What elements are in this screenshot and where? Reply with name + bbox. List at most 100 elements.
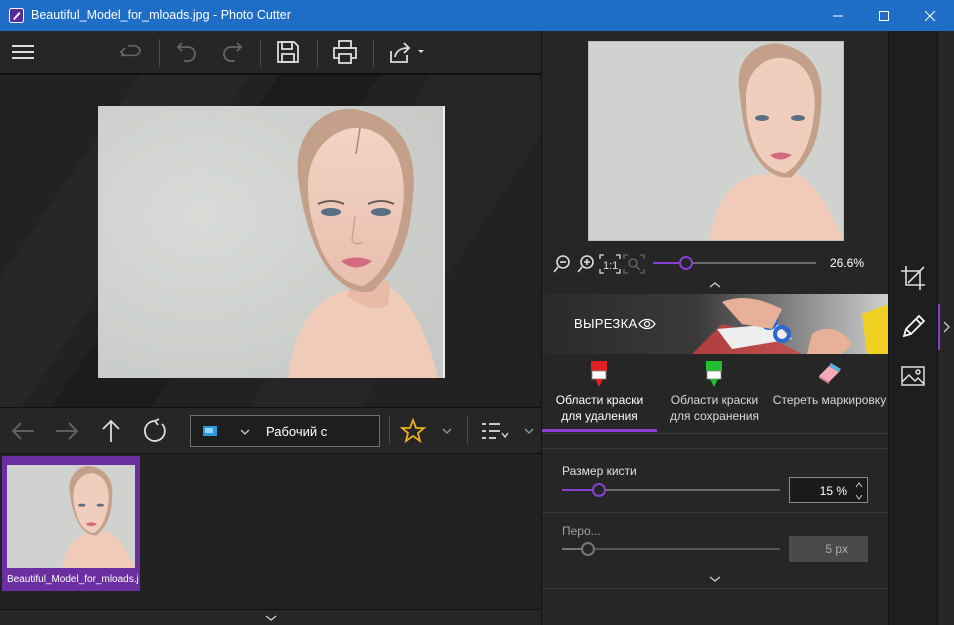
maximize-button[interactable] [861, 0, 907, 31]
title-bar: Beautiful_Model_for_mloads.jpg - Photo C… [0, 0, 954, 31]
redo-button[interactable] [217, 37, 247, 67]
divider [542, 512, 889, 513]
actual-size-icon: 1:1 [599, 254, 621, 274]
main-photo[interactable] [98, 106, 445, 378]
minimize-icon [833, 15, 843, 16]
image-canvas[interactable] [0, 74, 541, 407]
forward-button[interactable] [52, 416, 82, 446]
save-button[interactable] [273, 37, 303, 67]
chevron-down-icon [265, 614, 276, 621]
zoom-in-icon [577, 255, 594, 273]
sort-button[interactable] [478, 416, 512, 446]
increment-button[interactable] [853, 479, 865, 490]
eraser-icon [819, 363, 841, 384]
zoom-in-button[interactable] [576, 253, 598, 275]
marking-tools: Области краски для удаления Области краск… [542, 354, 889, 434]
zoom-out-button[interactable] [552, 253, 574, 275]
view-dropdown[interactable] [520, 416, 538, 446]
background-mode-button[interactable] [899, 362, 927, 390]
favorites-button[interactable] [398, 416, 428, 446]
actual-size-button[interactable]: 1:1 [599, 253, 621, 275]
folder-icon [203, 426, 217, 436]
brush-size-label: Размер кисти [562, 464, 637, 478]
mode-sidebar [888, 31, 954, 625]
brush-size-slider[interactable] [562, 483, 780, 497]
tool-keep-areas[interactable]: Области краски для сохранения [657, 354, 772, 434]
tool-label: Области краски для удаления [555, 393, 644, 423]
thumbnail-caption: Beautiful_Model_for_mloads.jpg [7, 574, 139, 585]
print-button[interactable] [330, 37, 360, 67]
redo-icon [223, 42, 243, 62]
redo-back-icon [176, 42, 196, 62]
tool-label: Области краски для сохранения [670, 393, 759, 423]
star-icon [400, 418, 426, 444]
thumbnail-item[interactable]: Beautiful_Model_for_mloads.jpg [2, 456, 140, 591]
print-icon [333, 40, 357, 64]
forward-arrow-icon [56, 422, 79, 440]
close-icon [924, 10, 936, 21]
refresh-icon [143, 418, 166, 442]
thumbnail-portrait [7, 465, 135, 568]
menu-button[interactable] [8, 37, 38, 67]
close-button[interactable] [907, 0, 953, 31]
thumbnail-strip: Beautiful_Model_for_mloads.jpg [0, 454, 541, 609]
navigator-preview[interactable] [588, 41, 844, 241]
eye-icon[interactable] [638, 318, 656, 330]
preview-portrait [589, 42, 843, 240]
zoom-controls: 1:1 26.6% [542, 251, 889, 275]
chevron-down-icon [524, 428, 534, 434]
brush-size-value: 15 % [819, 484, 847, 498]
thumbnail-image [7, 465, 135, 568]
chevron-right-icon [943, 321, 950, 333]
sidebar-toggle[interactable] [937, 31, 954, 625]
brush-settings: Размер кисти 15 % Перо... 5 px [542, 434, 889, 589]
tool-remove-areas[interactable]: Области краски для удаления [542, 354, 657, 434]
sort-icon [482, 423, 509, 439]
brush-size-input[interactable]: 15 % [789, 477, 868, 503]
feather-input: 5 px [789, 536, 868, 562]
fit-window-icon [623, 254, 645, 274]
up-button[interactable] [96, 416, 126, 446]
divider [542, 448, 889, 449]
tool-label: Стереть маркировку [772, 393, 887, 407]
cutout-mode-button[interactable] [899, 313, 927, 341]
feather-handle [581, 542, 595, 556]
expand-settings-icon[interactable] [708, 575, 722, 583]
green-marker-icon [706, 361, 722, 387]
portrait-image [98, 106, 445, 378]
app-logo-icon [9, 8, 24, 23]
tool-erase-marking[interactable]: Стереть маркировку [772, 354, 887, 434]
share-icon [390, 42, 424, 63]
folder-dropdown[interactable]: Рабочий с [190, 415, 380, 447]
crop-mode-button[interactable] [899, 264, 927, 292]
undo-icon [119, 45, 141, 57]
back-button[interactable] [8, 416, 38, 446]
minimize-button[interactable] [815, 0, 861, 31]
cutout-banner[interactable]: ВЫРЕЗКА [542, 294, 889, 354]
svg-text:1:1: 1:1 [603, 260, 618, 272]
collapse-preview-icon[interactable] [708, 281, 722, 289]
favorites-dropdown[interactable] [437, 416, 457, 446]
share-button[interactable] [386, 37, 428, 67]
thumbnails-expand-button[interactable] [0, 609, 541, 625]
browser-navbar: Рабочий с [0, 407, 541, 454]
undo-button[interactable] [116, 37, 146, 67]
fit-window-button[interactable] [623, 253, 645, 275]
undo-step-button[interactable] [172, 37, 202, 67]
active-tool-indicator [542, 429, 657, 432]
chevron-down-icon [442, 428, 452, 434]
refresh-button[interactable] [140, 416, 170, 446]
red-marker-icon [591, 361, 607, 387]
zoom-slider-handle[interactable] [679, 256, 693, 270]
zoom-out-icon [553, 255, 570, 273]
chevron-down-icon [240, 429, 250, 435]
back-arrow-icon [11, 422, 34, 440]
zoom-slider[interactable] [653, 256, 816, 270]
pencil-icon [902, 314, 926, 338]
chevron-down-icon [855, 494, 863, 500]
brush-size-handle[interactable] [592, 483, 606, 497]
right-panel: 1:1 26.6% ВЫРЕЗКА Области краски для уда… [541, 31, 889, 625]
decrement-button[interactable] [853, 491, 865, 502]
chevron-up-icon [855, 481, 863, 487]
zoom-value: 26.6% [830, 256, 865, 270]
